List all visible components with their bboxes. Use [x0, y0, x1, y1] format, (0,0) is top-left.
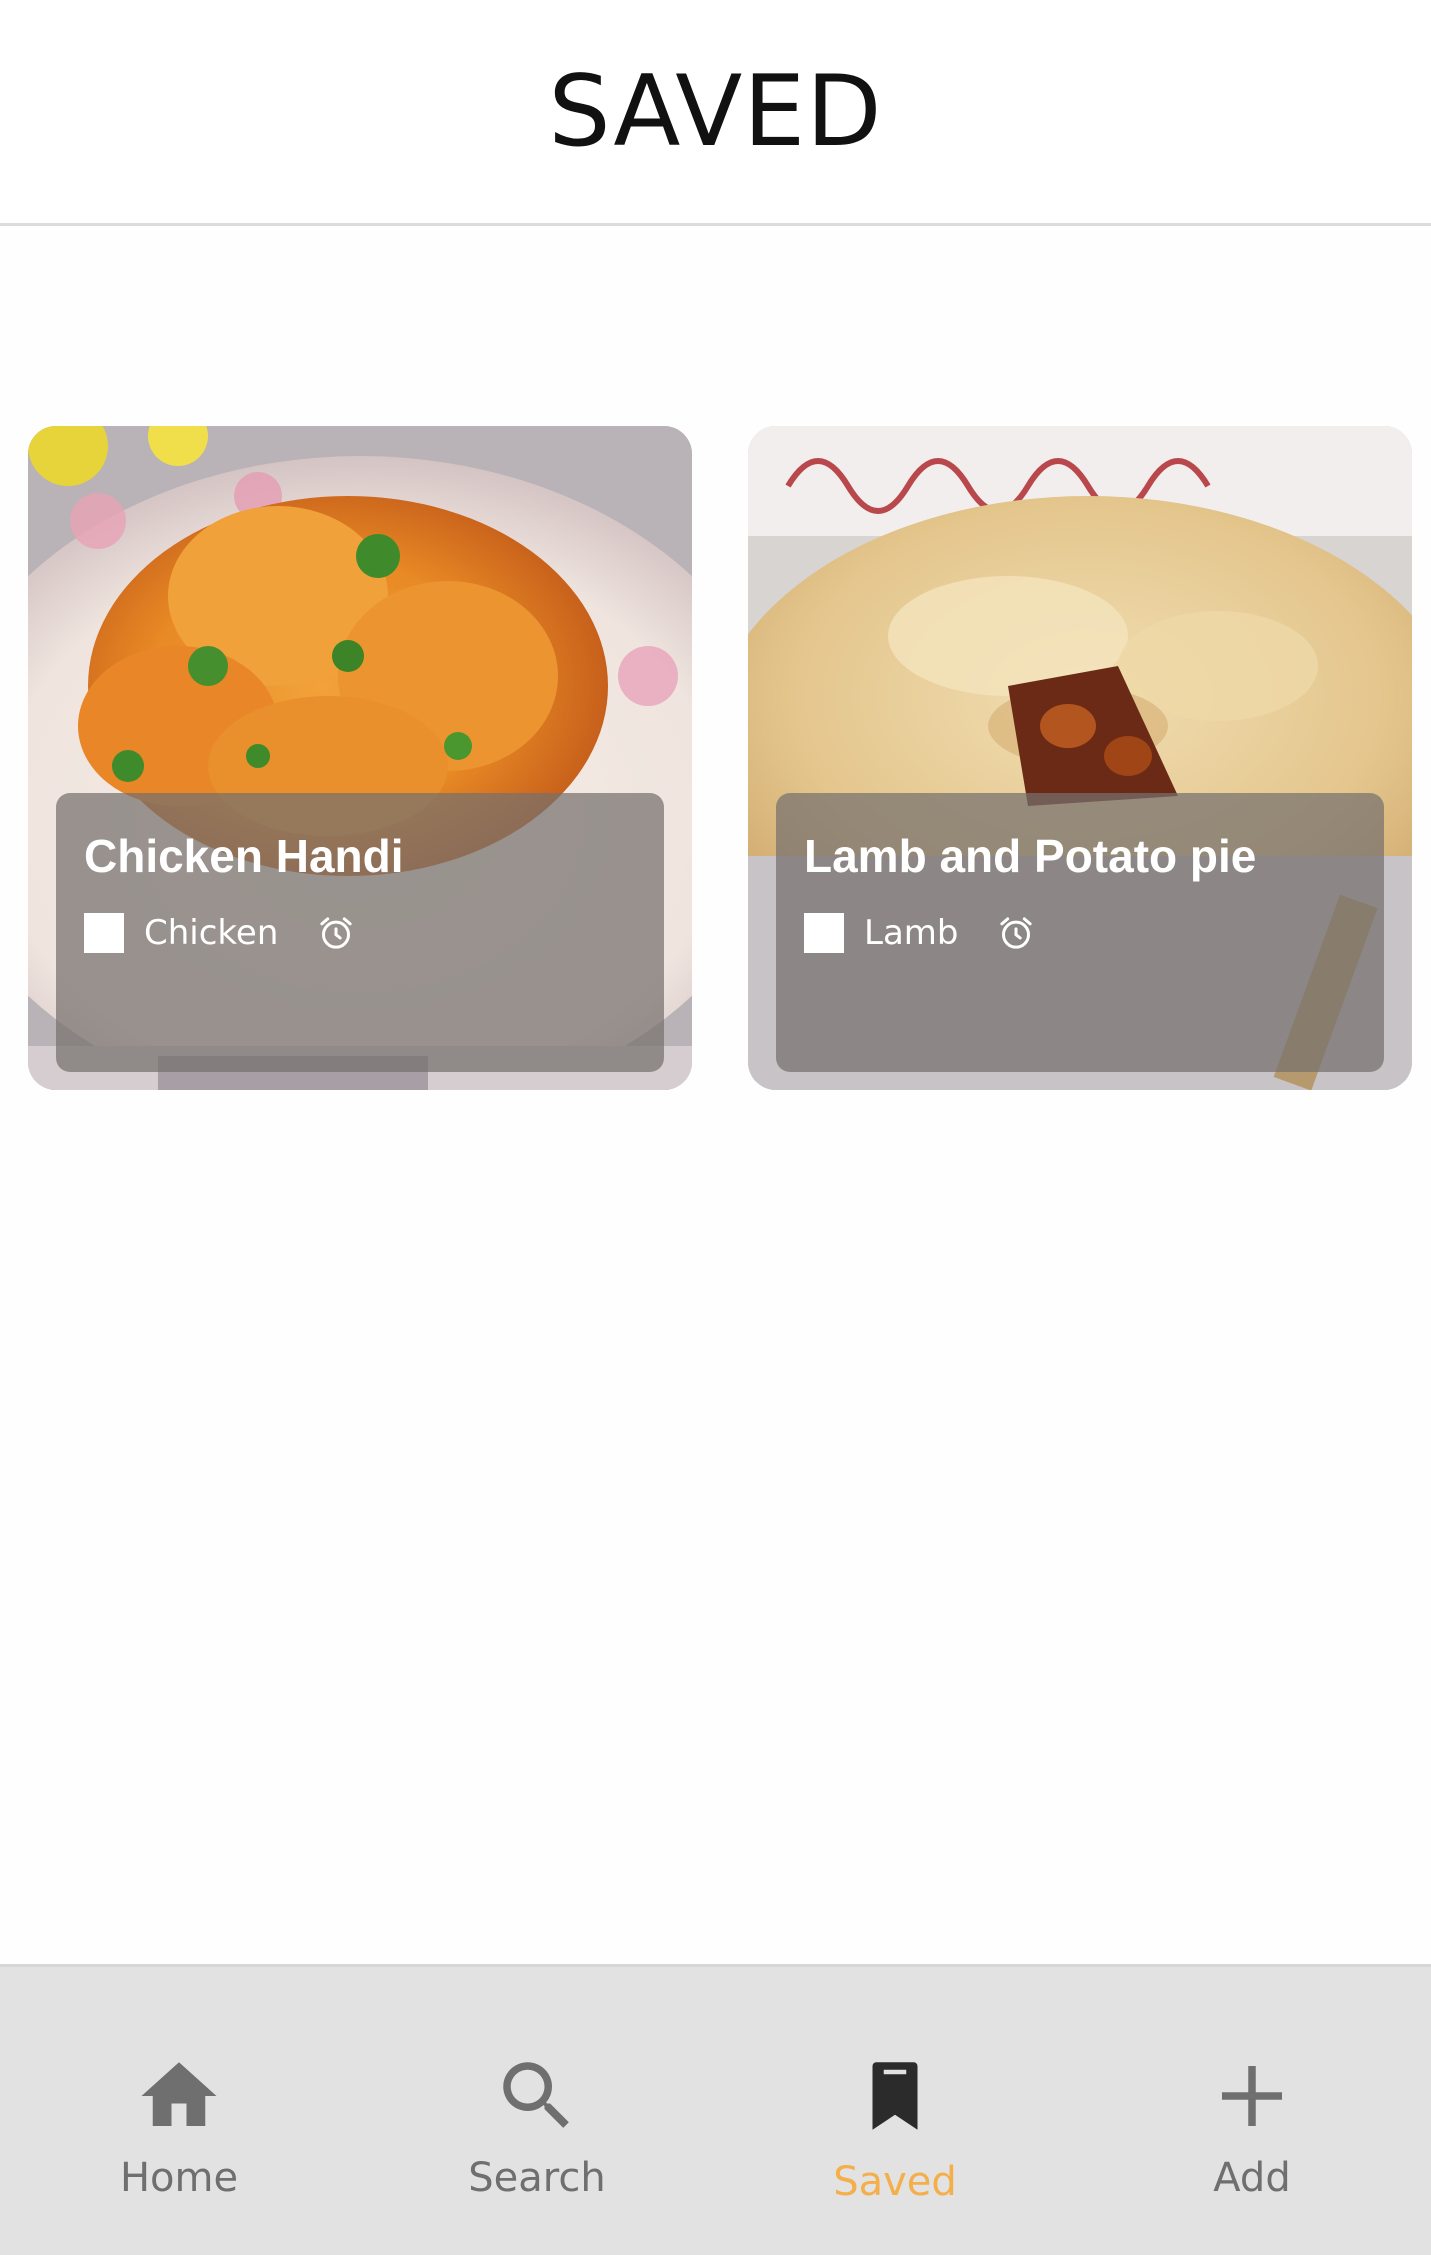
app-header: SAVED — [0, 0, 1431, 226]
recipe-checkbox[interactable] — [84, 913, 124, 953]
saved-screen: SAVED Chicken Handi Chicken Lamb and Pot… — [0, 0, 1431, 2255]
plus-icon — [1222, 2066, 1282, 2126]
bottom-navigation: Home Search Saved Add — [0, 1964, 1431, 2255]
recipe-info-panel: Lamb and Potato pie Lamb — [776, 793, 1384, 1072]
recipe-checkbox[interactable] — [804, 913, 844, 953]
recipe-category: Lamb — [864, 913, 959, 953]
recipe-meta-row: Lamb — [804, 913, 1356, 953]
recipe-card-lamb-potato-pie[interactable]: Lamb and Potato pie Lamb — [748, 426, 1412, 1090]
recipe-info-panel: Chicken Handi Chicken — [56, 793, 664, 1072]
nav-add[interactable]: Add — [1073, 1967, 1431, 2255]
recipe-title: Chicken Handi — [84, 830, 404, 882]
nav-label-add: Add — [1213, 2155, 1291, 2201]
recipe-meta-row: Chicken — [84, 913, 636, 953]
search-icon — [503, 2062, 569, 2128]
nav-home[interactable]: Home — [0, 1967, 358, 2255]
recipe-card-chicken-handi[interactable]: Chicken Handi Chicken — [28, 426, 692, 1090]
alarm-clock-icon — [1000, 917, 1033, 949]
nav-search[interactable]: Search — [358, 1967, 716, 2255]
alarm-clock-icon — [320, 917, 353, 949]
recipe-category: Chicken — [144, 913, 279, 953]
bookmark-icon — [872, 2062, 918, 2130]
recipe-title: Lamb and Potato pie — [804, 830, 1257, 882]
page-title: SAVED — [548, 54, 883, 169]
nav-saved[interactable]: Saved — [716, 1967, 1074, 2255]
nav-label-home: Home — [119, 2155, 239, 2201]
nav-label-search: Search — [468, 2155, 606, 2201]
home-icon — [141, 2062, 217, 2126]
nav-label-saved: Saved — [833, 2159, 957, 2205]
